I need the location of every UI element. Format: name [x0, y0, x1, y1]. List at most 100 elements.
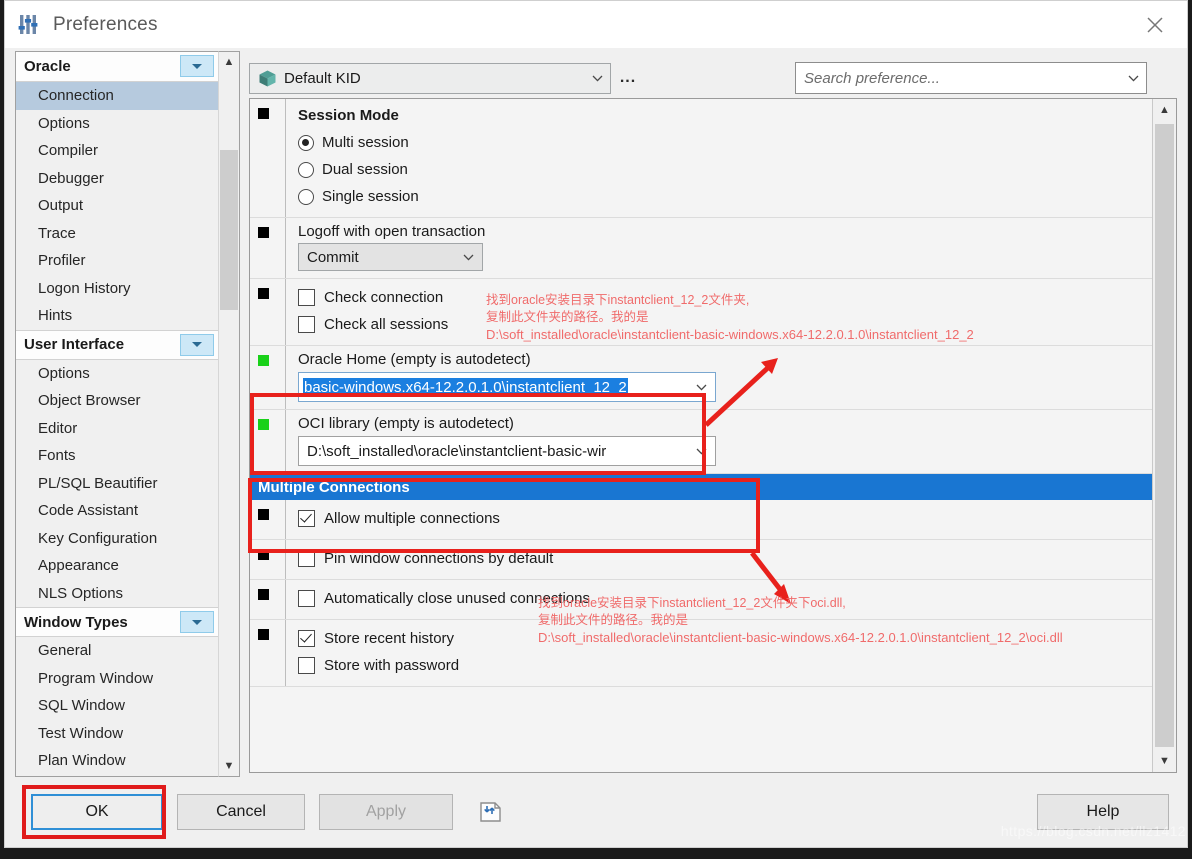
sidebar-item-plsql-beautifier[interactable]: PL/SQL Beautifier	[16, 470, 218, 498]
sidebar-item-label: NLS Options	[38, 584, 124, 602]
sidebar-item-program-window[interactable]: Program Window	[16, 665, 218, 693]
import-export-icon[interactable]	[477, 798, 507, 826]
checkbox-check-connection[interactable]: Check connection	[298, 284, 1152, 311]
radio-label: Dual session	[322, 161, 408, 178]
sidebar-group-oracle[interactable]: Oracle	[16, 52, 218, 82]
sidebar-item-label: SQL Window	[38, 697, 125, 715]
sidebar-item-object-browser[interactable]: Object Browser	[16, 387, 218, 415]
chevron-down-icon[interactable]: ▼	[219, 756, 239, 776]
chevron-down-icon[interactable]	[592, 75, 603, 82]
ok-button[interactable]: OK	[31, 794, 163, 830]
chevron-down-icon[interactable]	[463, 254, 474, 261]
sidebar-item-hints[interactable]: Hints	[16, 302, 218, 330]
checkbox-icon[interactable]	[298, 550, 315, 567]
sidebar-scroll-thumb[interactable]	[220, 150, 238, 310]
checkbox-icon[interactable]	[298, 630, 315, 647]
oracle-home-label: Oracle Home (empty is autodetect)	[298, 351, 531, 368]
sidebar-item-profiler[interactable]: Profiler	[16, 247, 218, 275]
sidebar-scroll-track[interactable]	[219, 72, 239, 756]
chevron-up-icon[interactable]: ▲	[219, 52, 239, 72]
checkbox-store-with-password[interactable]: Store with password	[298, 652, 1152, 679]
square-marker-icon	[258, 589, 269, 600]
checkbox-icon[interactable]	[298, 289, 315, 306]
row-content: Pin window connections by default	[298, 540, 1152, 579]
row-content: Automatically close unused connections	[298, 580, 1152, 619]
row-marker	[258, 500, 285, 539]
sidebar-group-user-interface[interactable]: User Interface	[16, 329, 218, 360]
close-icon[interactable]	[1123, 1, 1187, 48]
radio-icon[interactable]	[298, 161, 314, 178]
sidebar-item-fonts[interactable]: Fonts	[16, 442, 218, 470]
sidebar-item-output[interactable]: Output	[16, 192, 218, 220]
logoff-dropdown[interactable]: Commit	[298, 243, 483, 271]
sidebar-scrollbar[interactable]: ▲ ▼	[218, 51, 240, 777]
checkbox-label: Store with password	[324, 657, 460, 674]
radio-icon[interactable]	[298, 134, 314, 151]
sidebar-item-plan-window[interactable]: Plan Window	[16, 747, 218, 775]
sidebar-item-debugger[interactable]: Debugger	[16, 165, 218, 193]
sidebar-item-ui-options[interactable]: Options	[16, 360, 218, 388]
chevron-up-icon[interactable]: ▲	[1153, 99, 1176, 121]
more-options-button[interactable]: ...	[611, 69, 645, 87]
radio-icon[interactable]	[298, 188, 314, 205]
sidebar-item-label: Test Window	[38, 724, 124, 742]
chevron-down-icon[interactable]	[180, 333, 214, 356]
sidebar-item-compiler[interactable]: Compiler	[16, 137, 218, 165]
kid-dropdown[interactable]: Default KID	[249, 62, 611, 94]
checkbox-icon[interactable]	[298, 590, 315, 607]
sidebar-item-general[interactable]: General	[16, 637, 218, 665]
sidebar-group-label: Window Types	[24, 613, 128, 631]
settings-scroll-thumb[interactable]	[1155, 124, 1174, 747]
checkbox-auto-close-unused[interactable]: Automatically close unused connections	[298, 585, 1152, 612]
checkbox-check-all-sessions[interactable]: Check all sessions	[298, 311, 1152, 338]
row-marker	[258, 580, 285, 619]
sidebar-item-label: Connection	[38, 87, 114, 105]
radio-multi-session[interactable]: Multi session	[298, 129, 1152, 156]
sidebar-group-label: Oracle	[24, 58, 71, 75]
sidebar-item-logon-history[interactable]: Logon History	[16, 275, 218, 303]
chevron-down-icon[interactable]	[180, 55, 214, 77]
checkbox-allow-multiple-connections[interactable]: Allow multiple connections	[298, 505, 1152, 532]
sidebar-item-sql-window[interactable]: SQL Window	[16, 692, 218, 720]
checkbox-icon[interactable]	[298, 510, 315, 527]
cancel-button[interactable]: Cancel	[177, 794, 305, 830]
sidebar-item-editor[interactable]: Editor	[16, 415, 218, 443]
search-input[interactable]: Search preference...	[795, 62, 1147, 94]
checkbox-label: Allow multiple connections	[324, 510, 500, 527]
chevron-down-icon[interactable]	[180, 611, 214, 633]
settings-scrollbar[interactable]: ▲ ▼	[1152, 99, 1176, 772]
help-button[interactable]: Help	[1037, 794, 1169, 830]
radio-dual-session[interactable]: Dual session	[298, 156, 1152, 183]
sidebar-item-code-assistant[interactable]: Code Assistant	[16, 497, 218, 525]
apply-button[interactable]: Apply	[319, 794, 453, 830]
chevron-down-icon[interactable]: ▼	[1153, 750, 1176, 772]
oci-library-value: D:\soft_installed\oracle\instantclient-b…	[307, 442, 607, 460]
sidebar-item-trace[interactable]: Trace	[16, 220, 218, 248]
sidebar-item-key-configuration[interactable]: Key Configuration	[16, 525, 218, 553]
setting-row-pin-window: Pin window connections by default	[250, 540, 1152, 580]
sidebar-item-label: Appearance	[38, 557, 119, 575]
checkbox-pin-window-connections[interactable]: Pin window connections by default	[298, 545, 1152, 572]
settings-scroll-track[interactable]	[1153, 121, 1176, 750]
checkbox-icon[interactable]	[298, 657, 315, 674]
chevron-down-icon[interactable]	[696, 384, 707, 391]
settings-list-container: Session Mode Multi session Dual session	[249, 98, 1177, 773]
row-marker	[258, 99, 285, 217]
chevron-down-icon[interactable]	[696, 448, 707, 455]
sidebar-item-connection[interactable]: Connection	[16, 82, 218, 110]
sidebar-item-appearance[interactable]: Appearance	[16, 552, 218, 580]
oracle-home-input[interactable]: basic-windows.x64-12.2.0.1.0\instantclie…	[298, 372, 716, 402]
sidebar-item-label: Plan Window	[38, 752, 126, 770]
sidebar-item-nls-options[interactable]: NLS Options	[16, 580, 218, 608]
checkbox-store-recent-history[interactable]: Store recent history	[298, 625, 1152, 652]
sidebar-group-window-types[interactable]: Window Types	[16, 607, 218, 637]
sidebar-item-label: Object Browser	[38, 392, 141, 410]
checkbox-icon[interactable]	[298, 316, 315, 333]
radio-single-session[interactable]: Single session	[298, 183, 1152, 210]
sidebar-item-options[interactable]: Options	[16, 110, 218, 138]
square-marker-icon	[258, 419, 269, 430]
sidebar-item-test-window[interactable]: Test Window	[16, 720, 218, 748]
window-title: Preferences	[53, 13, 158, 35]
oci-library-input[interactable]: D:\soft_installed\oracle\instantclient-b…	[298, 436, 716, 466]
chevron-down-icon[interactable]	[1128, 75, 1139, 82]
